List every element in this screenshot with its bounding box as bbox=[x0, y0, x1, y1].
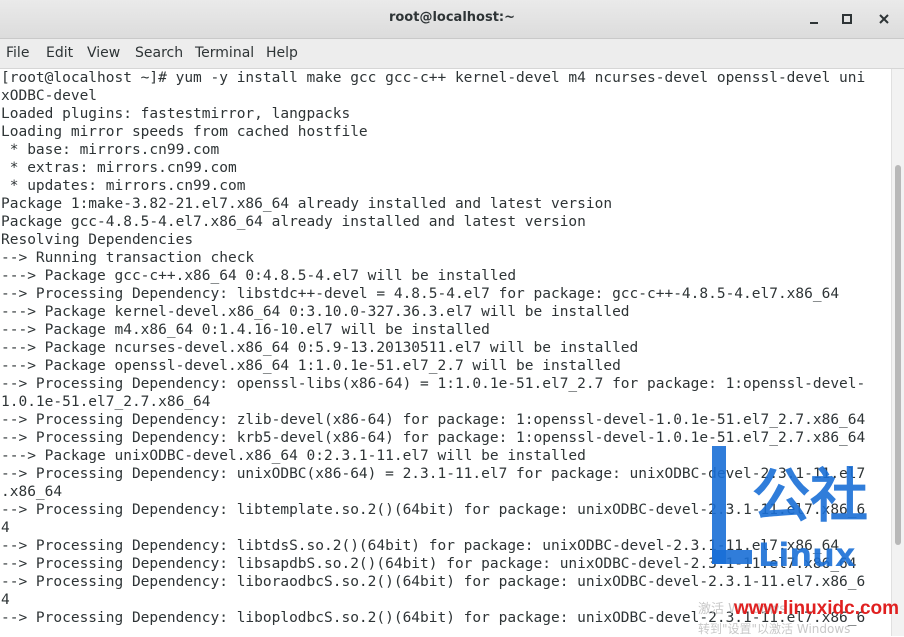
menu-bar: File Edit View Search Terminal Help bbox=[0, 39, 904, 69]
terminal-line: 4 bbox=[1, 520, 10, 536]
maximize-icon[interactable] bbox=[836, 8, 858, 30]
terminal-line: ---> Package gcc-c++.x86_64 0:4.8.5-4.el… bbox=[1, 268, 517, 284]
terminal-line: 1.0.1e-51.el7_2.7.x86_64 bbox=[1, 394, 211, 410]
terminal-line: ---> Package m4.x86_64 0:1.4.16-10.el7 w… bbox=[1, 322, 490, 338]
window-title: root@localhost:~ bbox=[388, 10, 516, 25]
menu-edit[interactable]: Edit bbox=[46, 45, 73, 61]
terminal-line: Package gcc-4.8.5-4.el7.x86_64 already i… bbox=[1, 214, 586, 230]
vertical-scrollbar[interactable] bbox=[891, 69, 904, 636]
terminal-line: --> Processing Dependency: libtemplate.s… bbox=[1, 502, 866, 518]
terminal-line: * extras: mirrors.cn99.com bbox=[1, 160, 237, 176]
terminal-line: --> Processing Dependency: krb5-devel(x8… bbox=[1, 430, 866, 446]
menu-file[interactable]: File bbox=[6, 45, 29, 61]
watermark-url: www.linuxidc.com bbox=[734, 598, 900, 619]
terminal-line: --> Processing Dependency: libtdsS.so.2(… bbox=[1, 538, 840, 554]
terminal-line: --> Processing Dependency: unixODBC(x86-… bbox=[1, 466, 866, 482]
terminal-line: ---> Package kernel-devel.x86_64 0:3.10.… bbox=[1, 304, 630, 320]
menu-view[interactable]: View bbox=[87, 45, 120, 61]
menu-terminal[interactable]: Terminal bbox=[195, 45, 254, 61]
terminal-line: ---> Package unixODBC-devel.x86_64 0:2.3… bbox=[1, 448, 586, 464]
terminal-line: ---> Package ncurses-devel.x86_64 0:5.9-… bbox=[1, 340, 639, 356]
terminal-line: --> Processing Dependency: openssl-libs(… bbox=[1, 376, 866, 392]
terminal-line: * updates: mirrors.cn99.com bbox=[1, 178, 246, 194]
minimize-icon[interactable] bbox=[803, 8, 825, 30]
terminal-line: Resolving Dependencies bbox=[1, 232, 194, 248]
terminal-line: Loaded plugins: fastestmirror, langpacks bbox=[1, 106, 351, 122]
title-bar: root@localhost:~ bbox=[0, 0, 904, 39]
terminal-line: [root@localhost ~]# yum -y install make … bbox=[1, 70, 866, 86]
terminal-line: --> Processing Dependency: zlib-devel(x8… bbox=[1, 412, 866, 428]
scrollbar-thumb[interactable] bbox=[895, 165, 901, 545]
close-icon[interactable] bbox=[873, 8, 895, 30]
terminal-line: Loading mirror speeds from cached hostfi… bbox=[1, 124, 368, 140]
terminal-line: --> Processing Dependency: liboraodbcS.s… bbox=[1, 574, 866, 590]
terminal-line: xODBC-devel bbox=[1, 88, 98, 104]
terminal-output[interactable]: [root@localhost ~]# yum -y install make … bbox=[0, 69, 891, 636]
terminal-line: .x86_64 bbox=[1, 484, 63, 500]
terminal-line: ---> Package openssl-devel.x86_64 1:1.0.… bbox=[1, 358, 621, 374]
menu-search[interactable]: Search bbox=[135, 45, 183, 61]
terminal-line: Package 1:make-3.82-21.el7.x86_64 alread… bbox=[1, 196, 613, 212]
watermark-activate-line2: 转到"设置"以激活 Windows bbox=[698, 622, 851, 636]
menu-help[interactable]: Help bbox=[266, 45, 298, 61]
terminal-line: --> Processing Dependency: libsapdbS.so.… bbox=[1, 556, 857, 572]
terminal-line: --> Processing Dependency: libstdc++-dev… bbox=[1, 286, 840, 302]
terminal-line: --> Running transaction check bbox=[1, 250, 255, 266]
terminal-line: * base: mirrors.cn99.com bbox=[1, 142, 220, 158]
